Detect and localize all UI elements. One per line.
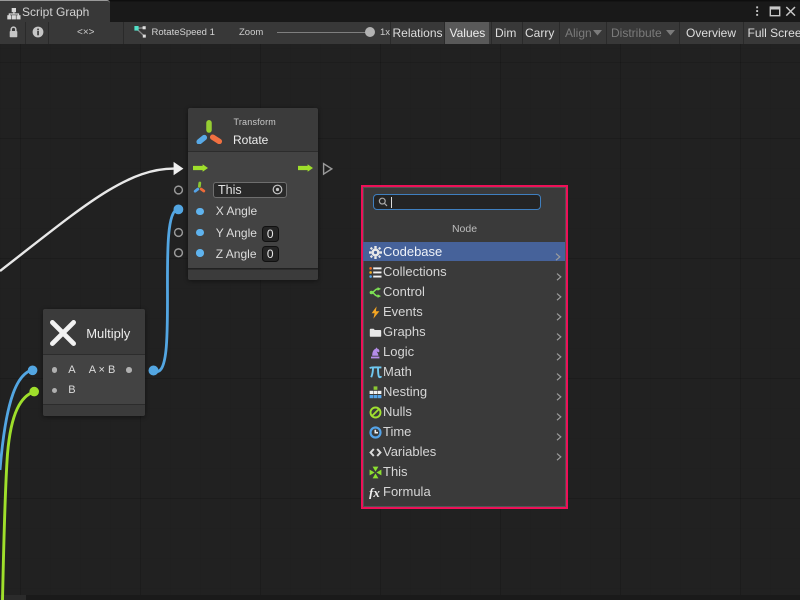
svg-text:fx: fx (369, 486, 380, 499)
